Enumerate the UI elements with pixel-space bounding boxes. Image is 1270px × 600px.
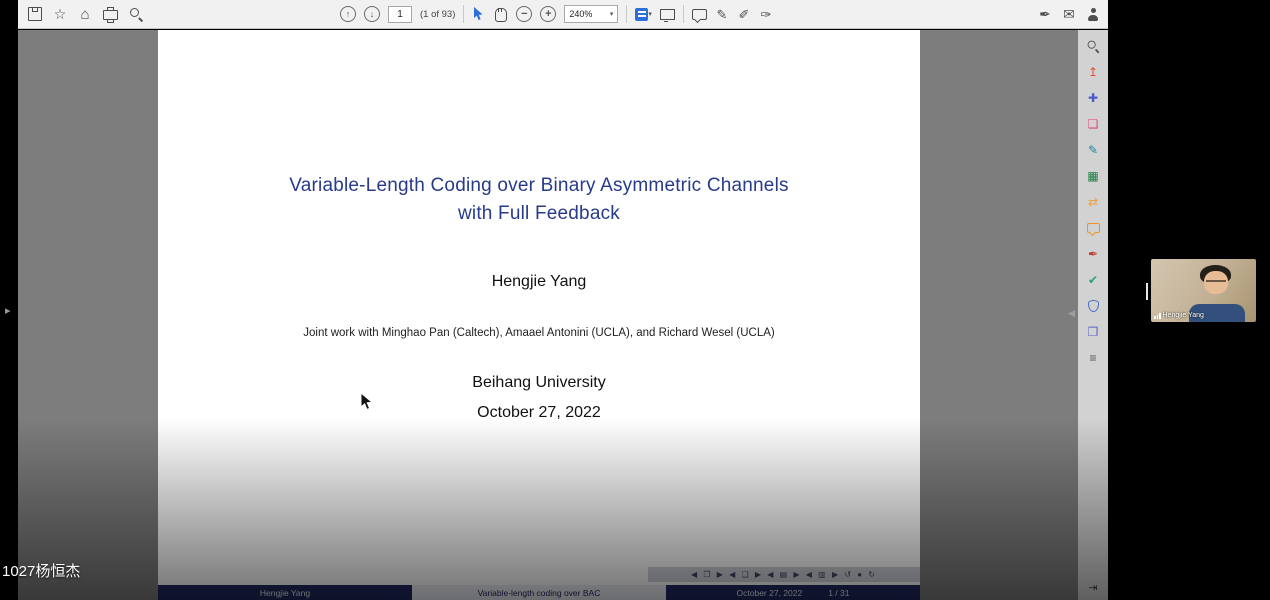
save-button[interactable]	[28, 4, 42, 24]
select-tool-button[interactable]	[472, 4, 486, 24]
slide-title-line1: Variable-Length Coding over Binary Asymm…	[158, 172, 920, 200]
convert-tool[interactable]: ⇄	[1085, 194, 1101, 210]
select-cursor-icon	[473, 7, 485, 21]
signal-icon	[1154, 313, 1161, 319]
home-button[interactable]: ⌂	[78, 4, 92, 24]
edit-pdf-tool[interactable]: ✎	[1085, 142, 1101, 158]
zoom-in-button[interactable]: +	[540, 6, 556, 22]
scroll-to-end-button[interactable]: ⇥	[1078, 581, 1108, 594]
search-icon	[129, 7, 143, 21]
footer-title: Variable-length coding over BAC	[412, 585, 666, 600]
find-tool[interactable]	[1085, 38, 1101, 54]
fill-sign-tool[interactable]: ✒	[1085, 246, 1101, 262]
slide-institution: Beihang University	[158, 374, 920, 392]
slide-title-line2: with Full Feedback	[158, 200, 920, 228]
divider	[626, 5, 627, 23]
navigation-zoom-group: ↑ ↓ (1 of 93) − + 240% ▾ ▾ ✎ ✐	[340, 0, 773, 28]
slide-nav-glyphs: ◀ ❐ ▶ ◀ ❑ ▶ ◀ ▤ ▶ ◀ ▥ ▶ ↺ ● ↻	[691, 570, 877, 579]
page-view-icon	[635, 8, 648, 21]
webcam-tile[interactable]: Hengjie Yang	[1151, 259, 1256, 322]
monitor-icon	[660, 9, 675, 20]
comment-bubble-icon	[692, 9, 707, 20]
comment-bubble-icon	[1087, 223, 1100, 233]
pdf-toolbar: ☆ ⌂ ↑ ↓ (1 of 93) − + 240% ▾ ▾	[18, 0, 1108, 29]
caret-down-icon: ▾	[648, 11, 652, 18]
email-button[interactable]: ✉	[1062, 4, 1076, 24]
footer-author-text: Hengjie Yang	[260, 588, 310, 598]
footer-author: Hengjie Yang	[158, 585, 412, 600]
footer-date: October 27, 2022	[737, 588, 803, 598]
webcam-name-text: Hengjie Yang	[1163, 312, 1204, 319]
draw-tool-button[interactable]: ✑	[759, 4, 773, 24]
page-down-button[interactable]: ↓	[364, 6, 380, 22]
search-button[interactable]	[129, 4, 143, 24]
page-number-input[interactable]	[388, 6, 412, 23]
screen: ☆ ⌂ ↑ ↓ (1 of 93) − + 240% ▾ ▾	[0, 0, 1270, 600]
file-actions-group: ☆ ⌂	[28, 0, 143, 28]
zoom-out-button[interactable]: −	[516, 6, 532, 22]
slide-page: Variable-Length Coding over Binary Asymm…	[158, 30, 920, 600]
left-panel-expander[interactable]: ▸	[5, 304, 11, 317]
compress-tool[interactable]: ❒	[1085, 324, 1101, 340]
document-viewer[interactable]: Variable-Length Coding over Binary Asymm…	[18, 30, 1078, 600]
shield-icon	[1088, 300, 1099, 312]
video-resize-handle[interactable]	[1146, 283, 1148, 300]
certify-tool[interactable]: ✔	[1085, 272, 1101, 288]
page-count-label: (1 of 93)	[420, 9, 455, 20]
person-icon	[1086, 7, 1100, 22]
slide-footer: Hengjie Yang Variable-length coding over…	[158, 585, 920, 600]
pencil-tool-button[interactable]: ✎	[715, 4, 729, 24]
page-view-button[interactable]: ▾	[635, 4, 652, 24]
divider	[683, 5, 684, 23]
print-icon	[103, 10, 118, 20]
more-tools[interactable]: ≡	[1085, 350, 1101, 366]
person-face	[1204, 271, 1228, 294]
footer-date-page: October 27, 2022 1 / 31	[666, 585, 920, 600]
hand-tool-button[interactable]	[494, 4, 508, 24]
tools-sidebar: ↥ ✚ ❏ ✎ ▦ ⇄ ✒ ✔ ❒ ≡ ⇥	[1078, 30, 1108, 600]
right-panel-collapse[interactable]: ◀	[1068, 308, 1075, 319]
protect-tool[interactable]	[1085, 298, 1101, 314]
participant-name-label: 1027杨恒杰	[2, 560, 80, 581]
divider	[463, 5, 464, 23]
footer-title-text: Variable-length coding over BAC	[478, 588, 601, 598]
person-glasses	[1206, 280, 1226, 282]
zoom-value: 240%	[569, 9, 592, 19]
slide-author: Hengjie Yang	[158, 273, 920, 291]
export-pdf-tool[interactable]: ↥	[1085, 64, 1101, 80]
comment-tool-button[interactable]	[692, 4, 707, 24]
zoom-level-dropdown[interactable]: 240% ▾	[564, 5, 618, 23]
share-group: ✒ ✉	[1038, 0, 1100, 28]
page-up-button[interactable]: ↑	[340, 6, 356, 22]
slide-collaboration: Joint work with Minghao Pan (Caltech), A…	[158, 327, 920, 339]
create-pdf-tool[interactable]: ✚	[1085, 90, 1101, 106]
print-button[interactable]	[103, 4, 118, 24]
comment-sidebar-tool[interactable]	[1085, 220, 1101, 236]
save-icon	[28, 7, 42, 21]
slide-title: Variable-Length Coding over Binary Asymm…	[158, 172, 920, 228]
account-button[interactable]	[1086, 4, 1100, 24]
hand-icon	[495, 8, 507, 22]
footer-page: 1 / 31	[828, 588, 849, 598]
export-excel-tool[interactable]: ▦	[1085, 168, 1101, 184]
fit-screen-button[interactable]	[660, 4, 675, 24]
favorites-button[interactable]: ☆	[53, 4, 67, 24]
find-icon	[1087, 40, 1100, 53]
webcam-name-label: Hengjie Yang	[1154, 312, 1204, 319]
mouse-cursor	[360, 392, 373, 416]
slide-date: October 27, 2022	[158, 404, 920, 422]
highlighter-tool-button[interactable]: ✐	[737, 4, 751, 24]
signature-button[interactable]: ✒	[1038, 4, 1052, 24]
slide-nav-symbols[interactable]: ◀ ❐ ▶ ◀ ❑ ▶ ◀ ▤ ▶ ◀ ▥ ▶ ↺ ● ↻	[648, 567, 920, 582]
organize-pages-tool[interactable]: ❏	[1085, 116, 1101, 132]
letterbox-pane: Hengjie Yang	[1108, 0, 1270, 600]
caret-down-icon: ▾	[610, 10, 614, 18]
